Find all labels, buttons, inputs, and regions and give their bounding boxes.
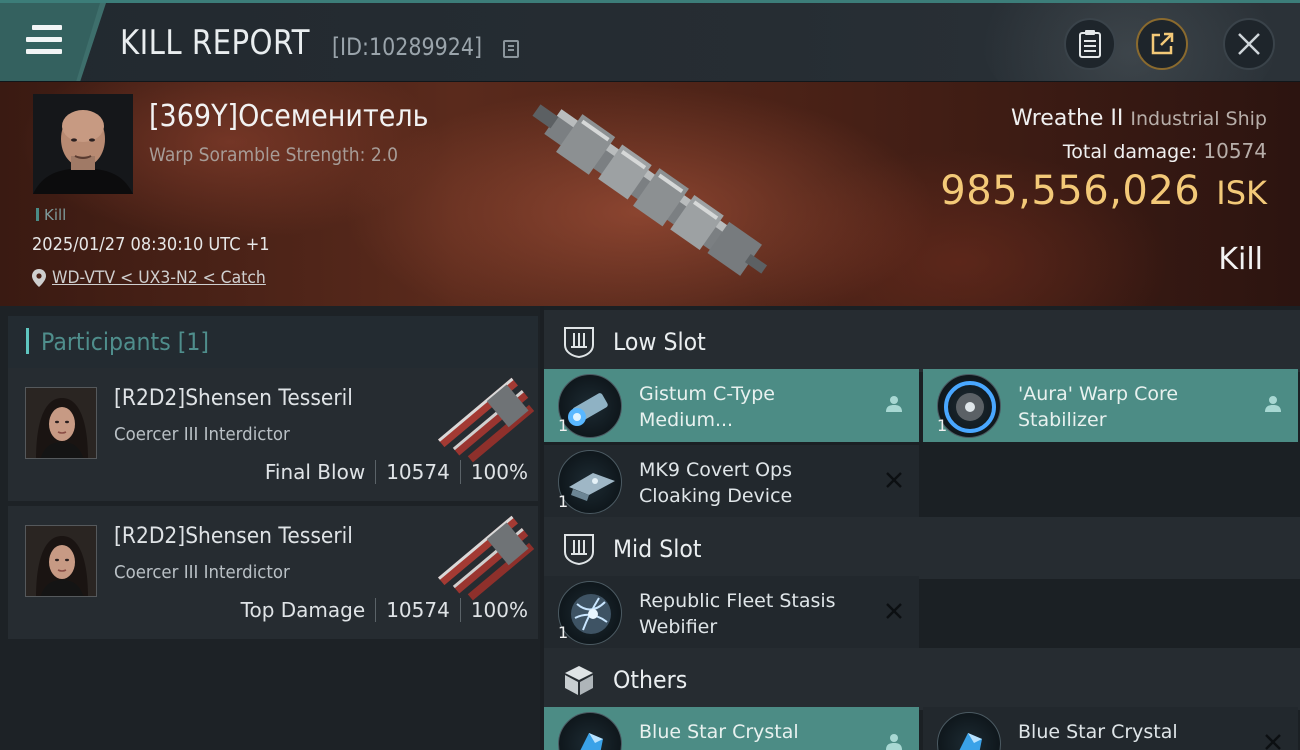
victim-name[interactable]: [369Y]Осеменитель <box>149 99 428 134</box>
module-item[interactable]: 1 Gistum C-Type Medium... <box>544 369 919 442</box>
crystal-icon <box>937 712 1001 750</box>
warp-scramble-strength: Warp Soramble Strength: 2.0 <box>149 144 399 166</box>
participants-header: Participants [1] <box>8 316 538 368</box>
module-quantity: 1 <box>558 492 569 511</box>
result-label: Kill <box>1218 242 1263 277</box>
isk-unit: ISK <box>1216 174 1267 212</box>
total-damage-value: 10574 <box>1203 139 1267 163</box>
participants-title: Participants [1] <box>41 328 209 356</box>
crystal-icon <box>558 712 622 750</box>
low-slot-label: Low Slot <box>613 328 706 356</box>
kill-timestamp: 2025/01/27 08:30:10 UTC +1 <box>32 234 270 255</box>
pilot-icon <box>1262 393 1284 415</box>
share-button[interactable] <box>1136 18 1188 70</box>
victim-ship-image <box>532 104 768 276</box>
low-slot-header: Low Slot <box>544 310 1300 372</box>
participant-ship-image <box>437 377 535 463</box>
module-quantity: 1 <box>937 416 948 435</box>
cargo-box-icon <box>565 666 593 695</box>
others-label: Others <box>613 666 688 694</box>
report-id: [ID:10289924] <box>332 33 483 61</box>
participant-percent: 100% <box>470 598 528 622</box>
module-name: MK9 Covert Ops Cloaking Device <box>639 459 793 507</box>
report-log-button[interactable] <box>1064 18 1116 70</box>
participant-name[interactable]: [R2D2]Shensen Tesseril <box>114 524 353 549</box>
participant-percent: 100% <box>470 460 528 484</box>
kill-location[interactable]: WD-VTV < UX3-N2 < Catch <box>32 268 284 288</box>
participant-stats: Top Damage 10574 100% <box>241 598 528 622</box>
participant-avatar[interactable] <box>25 387 97 459</box>
ship-class: Industrial Ship <box>1130 108 1267 130</box>
isk-value: 985,556,026 <box>940 168 1201 214</box>
participant-name[interactable]: [R2D2]Shensen Tesseril <box>114 386 353 411</box>
module-name: Republic Fleet Stasis Webifier <box>639 590 836 638</box>
low-slot-icon <box>564 327 594 359</box>
ship-name[interactable]: Wreathe II <box>1011 106 1123 131</box>
module-name: 'Aura' Warp Core Stabilizer <box>1018 383 1179 431</box>
mid-slot-icon <box>564 534 594 566</box>
pilot-icon <box>883 393 905 415</box>
participant-ship-image <box>437 515 535 601</box>
participant-card[interactable]: [R2D2]Shensen Tesseril Coercer III Inter… <box>8 506 538 639</box>
victim-avatar[interactable] <box>33 94 133 194</box>
participant-role: Top Damage <box>240 598 366 622</box>
participant-avatar[interactable] <box>25 525 97 597</box>
page-title: KILL REPORT <box>120 23 310 63</box>
module-item[interactable]: 1 MK9 Covert Ops Cloaking Device <box>544 445 919 518</box>
module-item[interactable]: 1 Republic Fleet Stasis Webifier <box>544 576 919 649</box>
module-name: Blue Star Crystal <box>639 721 799 743</box>
menu-button[interactable] <box>0 3 106 81</box>
destroyed-icon <box>1262 731 1284 750</box>
participant-ship: Coercer III Interdictor <box>114 424 290 445</box>
mid-slot-header: Mid Slot <box>544 517 1300 579</box>
participant-damage: 10574 <box>386 460 450 484</box>
victim-banner: [369Y]Осеменитель Warp Soramble Strength… <box>0 82 1300 306</box>
participant-ship: Coercer III Interdictor <box>114 562 290 583</box>
isk-value-line: 985,556,026 ISK <box>940 168 1267 214</box>
participant-stats: Final Blow 10574 100% <box>265 460 528 484</box>
top-bar: KILL REPORT [ID:10289924] <box>0 0 1300 82</box>
module-name: Blue Star Crystal <box>1018 721 1178 743</box>
close-icon <box>1238 33 1260 55</box>
module-item[interactable]: 1 'Aura' Warp Core Stabilizer <box>923 369 1298 442</box>
module-quantity: 1 <box>558 623 569 642</box>
clipboard-icon <box>1079 30 1101 58</box>
pilot-icon <box>883 731 905 750</box>
module-item[interactable]: 1 Blue Star Crystal <box>923 707 1298 750</box>
participant-damage: 10574 <box>386 598 450 622</box>
location-pin-icon <box>32 269 46 287</box>
total-damage-label: Total damage: <box>1062 141 1198 163</box>
share-icon <box>1151 32 1174 55</box>
module-quantity: 1 <box>558 416 569 435</box>
participant-role: Final Blow <box>264 460 366 484</box>
participant-card[interactable]: [R2D2]Shensen Tesseril Coercer III Inter… <box>8 368 538 501</box>
kill-type-tag: Kill <box>36 206 66 224</box>
module-item[interactable]: 1 Blue Star Crystal <box>544 707 919 750</box>
ship-info: Wreathe II Industrial Ship Total damage:… <box>1011 106 1267 163</box>
fitting-panel: Low Slot 1 Gistum C-Type Medium... 1 'Au… <box>544 306 1300 750</box>
participants-count: [1] <box>177 328 210 356</box>
close-button[interactable] <box>1223 18 1275 70</box>
copy-icon[interactable] <box>503 40 519 58</box>
hamburger-icon <box>26 25 62 55</box>
header-accent-bar <box>26 328 29 354</box>
others-header: Others <box>544 648 1300 710</box>
mid-slot-label: Mid Slot <box>613 535 702 563</box>
location-link[interactable]: WD-VTV < UX3-N2 < Catch <box>52 268 266 288</box>
destroyed-icon <box>883 600 905 622</box>
module-name: Gistum C-Type Medium... <box>639 383 775 431</box>
destroyed-icon <box>883 469 905 491</box>
participants-label: Participants <box>41 328 171 356</box>
participants-panel: Participants [1] [R2D2]Shensen Tesseril … <box>0 306 540 750</box>
